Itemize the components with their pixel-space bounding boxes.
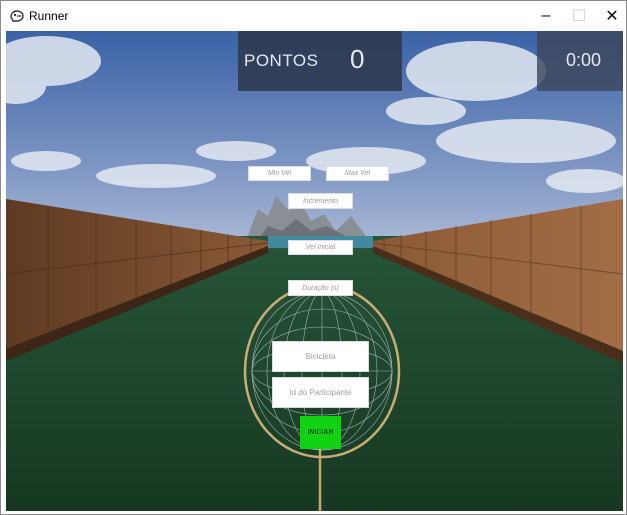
- game-viewport[interactable]: PONTOS 0 0:00 Min Vel Max Vel Incremento…: [6, 31, 623, 511]
- score-value: 0: [350, 44, 365, 74]
- max-vel-input[interactable]: Max Vel: [326, 166, 389, 181]
- score-panel: PONTOS 0: [238, 31, 402, 91]
- title-bar[interactable]: Runner – ☐ ✕: [1, 1, 626, 31]
- minimize-icon: –: [541, 7, 551, 24]
- device-input[interactable]: Bicicleta: [272, 341, 369, 372]
- minimize-button[interactable]: –: [529, 1, 563, 31]
- participant-id-input[interactable]: Id do Participante: [272, 377, 369, 408]
- duration-input[interactable]: Duração (s): [288, 280, 353, 296]
- timer-value: 0:00: [566, 50, 602, 70]
- min-vel-input[interactable]: Min Vel: [248, 166, 311, 181]
- maximize-icon: ☐: [571, 8, 587, 25]
- increment-input[interactable]: Incremento: [288, 193, 353, 209]
- window-title: Runner: [29, 9, 69, 23]
- start-button[interactable]: INICIAR: [300, 416, 341, 449]
- score-label: PONTOS: [244, 51, 319, 70]
- app-window: Runner – ☐ ✕ PONTOS 0 0:00 Min Vel Max V…: [0, 0, 627, 515]
- close-icon: ✕: [605, 8, 619, 25]
- close-button[interactable]: ✕: [595, 1, 626, 31]
- runner-app-icon: [10, 10, 24, 22]
- initial-vel-input[interactable]: Vel Inicial: [288, 240, 353, 255]
- timer-panel: 0:00: [537, 31, 623, 91]
- maximize-button[interactable]: ☐: [562, 1, 596, 31]
